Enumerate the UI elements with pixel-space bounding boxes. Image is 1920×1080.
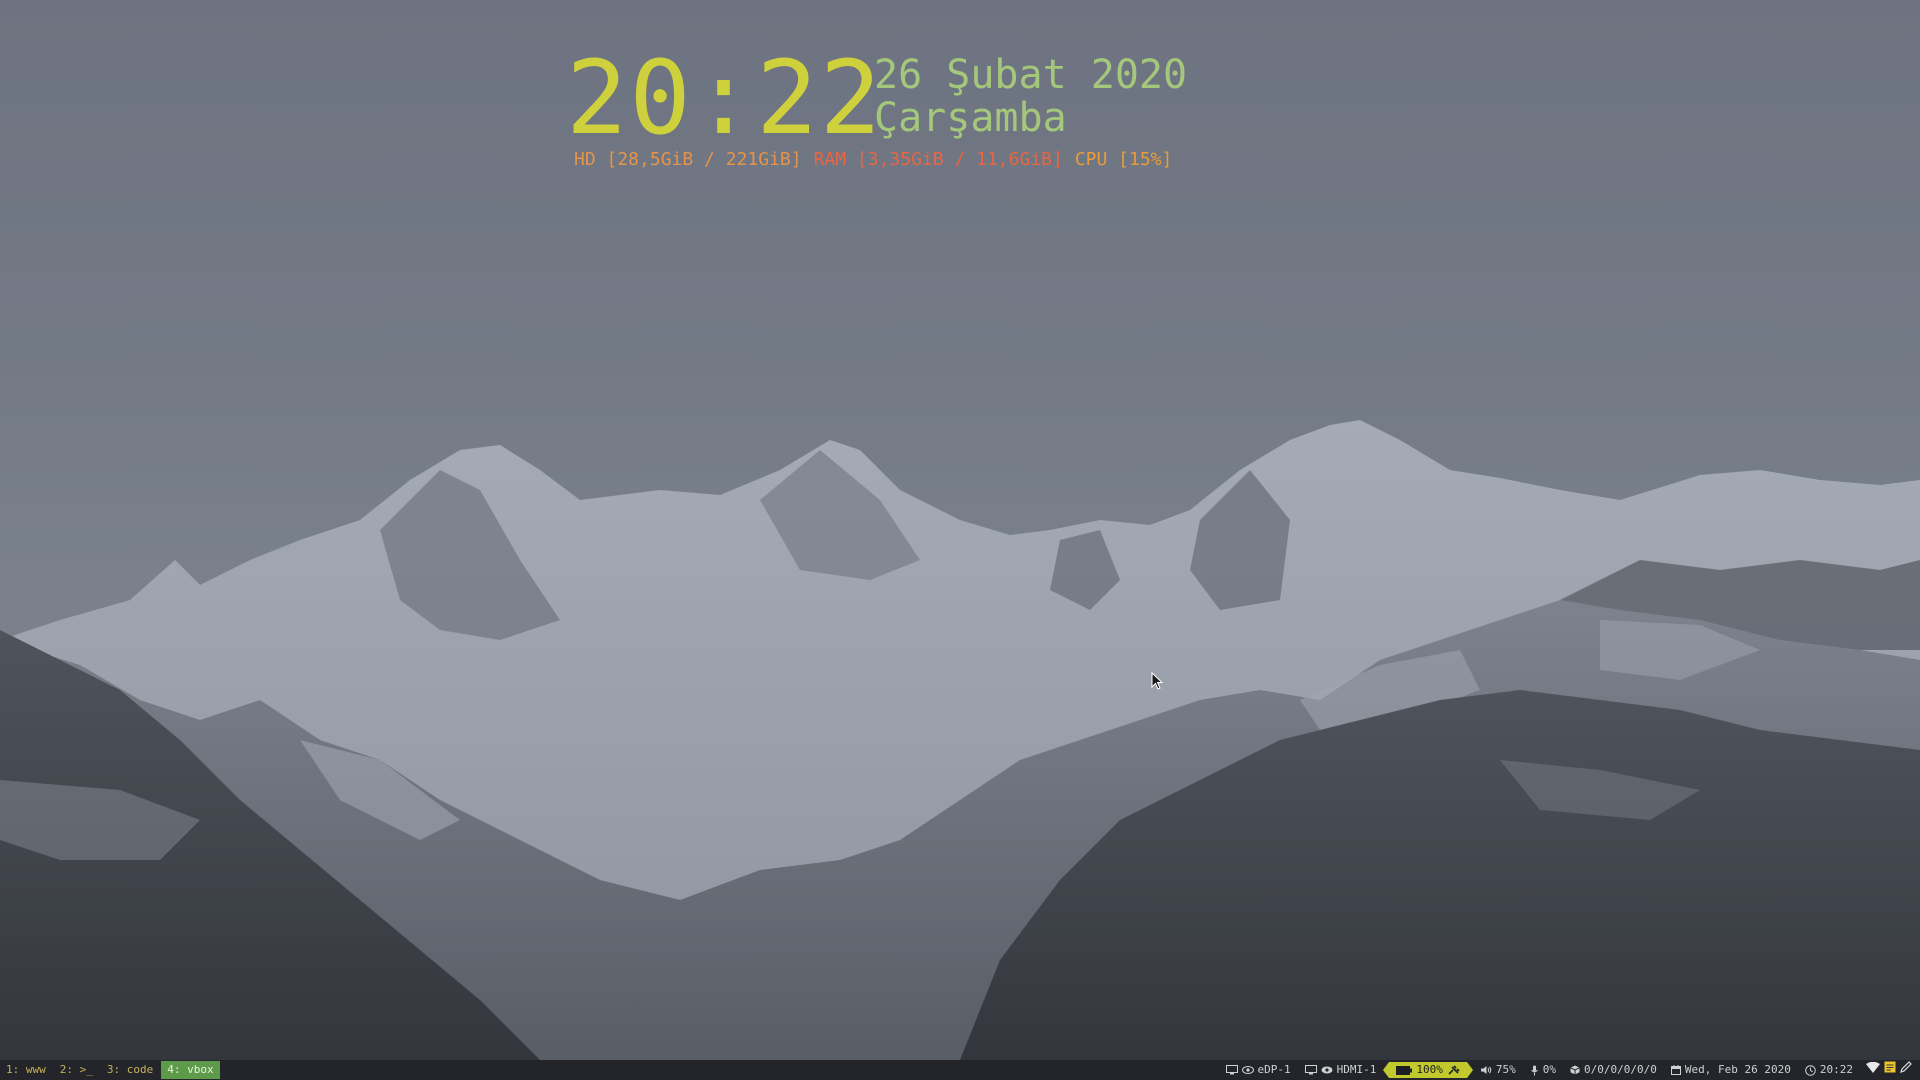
display-hdmi-label: HDMI-1 <box>1336 1063 1377 1076</box>
volume-block[interactable]: 75% <box>1473 1060 1523 1080</box>
desktop[interactable]: 20:22 26 Şubat 2020 Çarşamba HD [28,5GiB… <box>0 0 1920 1060</box>
volume-label: 75% <box>1495 1063 1516 1076</box>
clock-block[interactable]: 20:22 <box>1798 1060 1860 1080</box>
workspace-button-terminal[interactable]: 2: >_ <box>54 1061 99 1079</box>
workspace-button-www[interactable]: 1: www <box>0 1061 52 1079</box>
updates-label: 0/0/0/0/0/0 <box>1584 1063 1657 1076</box>
date-label: Wed, Feb 26 2020 <box>1684 1063 1791 1076</box>
pen-icon[interactable] <box>1900 1060 1912 1080</box>
workspace-button-vbox[interactable]: 4: vbox <box>161 1061 220 1079</box>
i3bar: 1: www 2: >_ 3: code 4: vbox eDP-1 HDMI-… <box>0 1060 1920 1080</box>
plug-icon <box>1448 1065 1460 1075</box>
microphone-label: 0% <box>1542 1063 1557 1076</box>
workspace-list: 1: www 2: >_ 3: code 4: vbox <box>0 1060 222 1080</box>
display-hdmi-block[interactable]: HDMI-1 <box>1298 1060 1384 1080</box>
conky-stats: HD [28,5GiB / 221GiB] RAM [3,35GiB / 11,6… <box>574 149 1172 171</box>
eye-icon <box>1321 1066 1333 1074</box>
conky-clock: 20:22 <box>566 39 884 158</box>
updates-block[interactable]: 0/0/0/0/0/0 <box>1563 1060 1664 1080</box>
date-block[interactable]: Wed, Feb 26 2020 <box>1664 1060 1798 1080</box>
conky-hd-usage: HD [28,5GiB / 221GiB] <box>574 149 802 170</box>
display-edp-block[interactable]: eDP-1 <box>1219 1060 1298 1080</box>
conky-ram-usage: RAM [3,35GiB / 11,6GiB] <box>813 149 1063 170</box>
notes-icon[interactable] <box>1884 1060 1896 1080</box>
conky-widget: 20:22 26 Şubat 2020 Çarşamba HD [28,5GiB… <box>566 48 1216 178</box>
package-icon <box>1570 1065 1580 1075</box>
battery-icon <box>1396 1065 1413 1075</box>
speaker-icon <box>1480 1066 1492 1074</box>
conky-weekday: Çarşamba <box>874 95 1067 141</box>
conky-cpu-usage: CPU [15%] <box>1074 149 1173 170</box>
status-blocks: eDP-1 HDMI-1 100% 75% 0% 0/0/0/0/0/0 Wed… <box>1219 1060 1920 1080</box>
microphone-icon <box>1530 1065 1538 1075</box>
monitor-icon <box>1304 1065 1317 1075</box>
microphone-block[interactable]: 0% <box>1523 1060 1563 1080</box>
battery-label: 100% <box>1416 1063 1443 1076</box>
display-edp-label: eDP-1 <box>1257 1063 1291 1076</box>
clock-label: 20:22 <box>1819 1063 1853 1076</box>
mouse-cursor-icon <box>1151 672 1163 690</box>
eye-icon <box>1241 1066 1254 1074</box>
system-tray <box>1860 1060 1920 1080</box>
conky-date: 26 Şubat 2020 <box>874 52 1188 98</box>
monitor-icon <box>1225 1065 1238 1075</box>
workspace-button-code[interactable]: 3: code <box>101 1061 159 1079</box>
calendar-icon <box>1670 1065 1681 1075</box>
wifi-icon[interactable] <box>1866 1060 1880 1080</box>
clock-icon <box>1805 1064 1816 1076</box>
battery-block[interactable]: 100% <box>1389 1062 1467 1078</box>
